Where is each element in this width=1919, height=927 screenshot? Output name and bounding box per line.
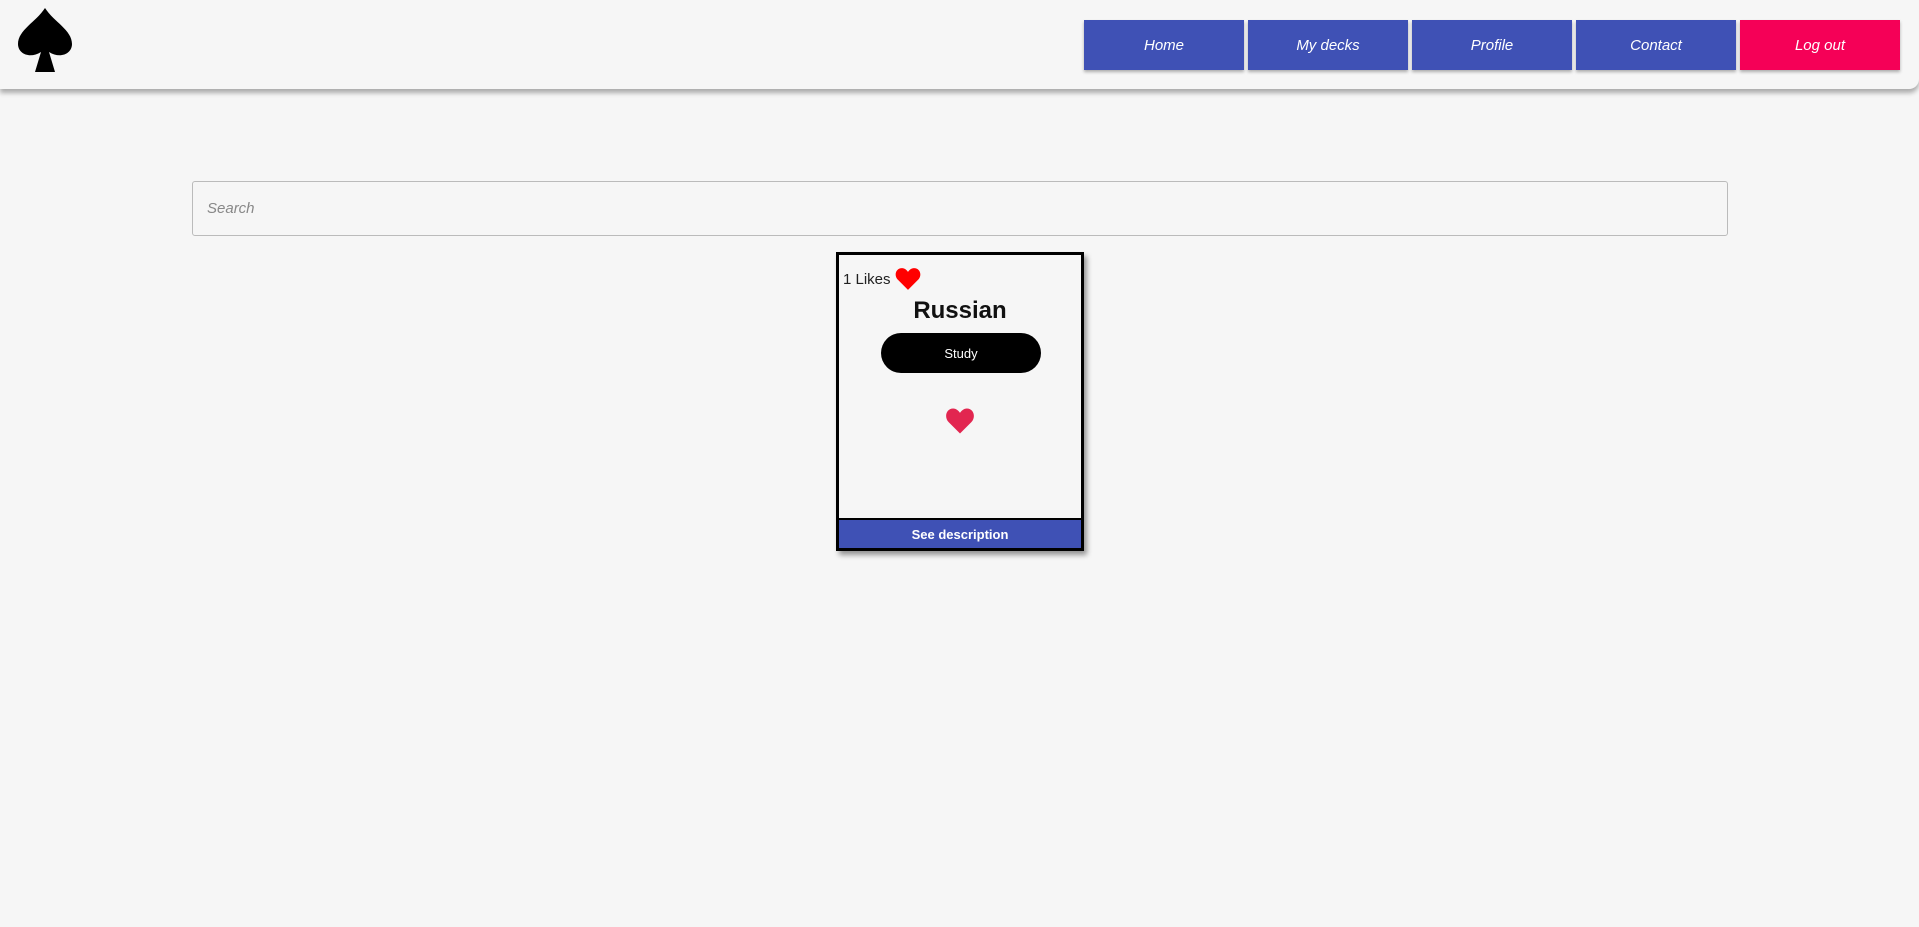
study-button[interactable]: Study: [881, 333, 1041, 373]
nav-my-decks-button[interactable]: My decks: [1248, 20, 1408, 70]
heart-icon: [895, 268, 920, 290]
top-navbar: Home My decks Profile Contact Log out: [0, 0, 1919, 89]
search-input[interactable]: [192, 181, 1728, 236]
logout-button[interactable]: Log out: [1740, 20, 1900, 70]
see-description-button[interactable]: See description: [839, 518, 1081, 548]
nav-home-button[interactable]: Home: [1084, 20, 1244, 70]
likes-label: 1 Likes: [843, 270, 891, 288]
likes-count: 1 Likes: [843, 267, 921, 291]
like-button-heart-icon[interactable]: [945, 407, 975, 435]
nav-contact-button[interactable]: Contact: [1576, 20, 1736, 70]
nav-menu: Home My decks Profile Contact Log out: [1084, 20, 1900, 70]
deck-card: 1 Likes Russian Study See description: [836, 252, 1084, 551]
deck-title: Russian: [913, 297, 1007, 324]
spade-logo-icon[interactable]: [16, 6, 74, 72]
nav-profile-button[interactable]: Profile: [1412, 20, 1572, 70]
